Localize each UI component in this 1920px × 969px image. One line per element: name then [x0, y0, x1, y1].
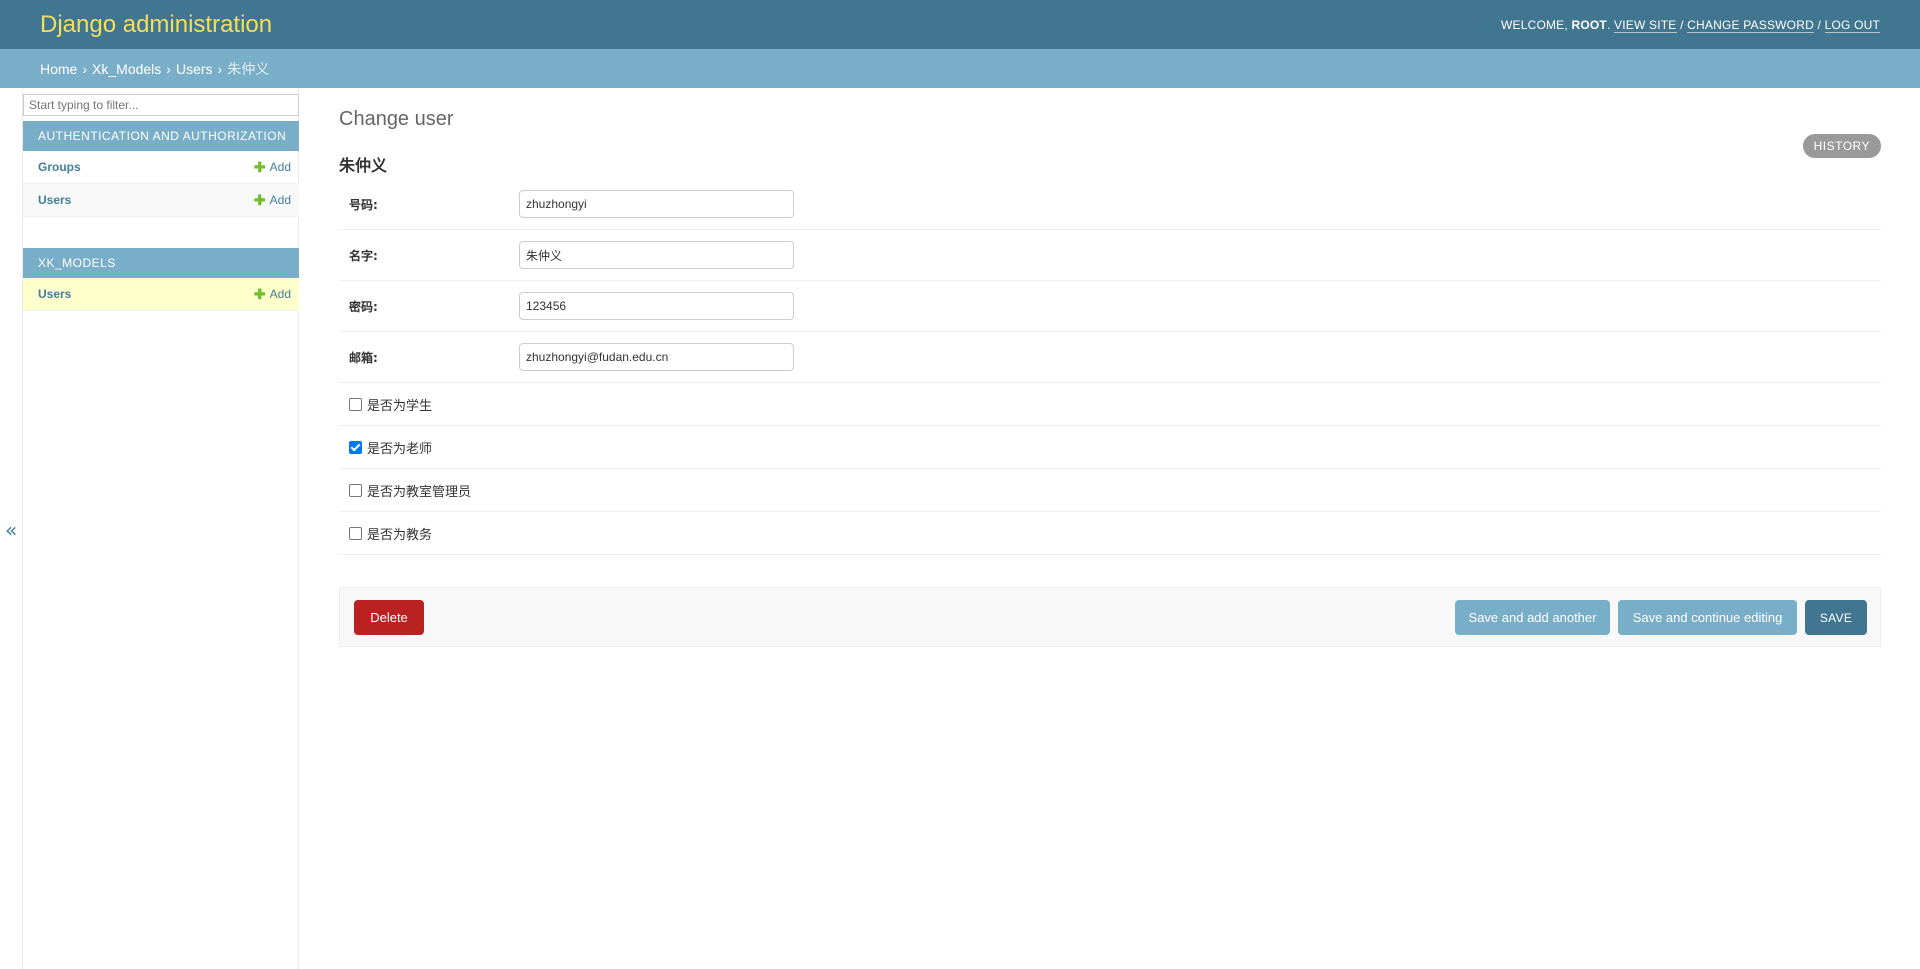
header-bar: Django administration WELCOME, ROOT. VIE…	[0, 0, 1920, 49]
plus-icon: ✚	[253, 192, 266, 208]
nav-sidebar: AUTHENTICATION AND AUTHORIZATION Groups …	[22, 88, 299, 969]
add-label: Add	[269, 287, 291, 301]
site-branding[interactable]: Django administration	[40, 11, 272, 39]
breadcrumb-current: 朱仲义	[227, 60, 270, 77]
is-academic-affairs-checkbox[interactable]	[349, 526, 362, 540]
plus-icon: ✚	[253, 286, 266, 302]
is-academic-affairs-label[interactable]: 是否为教务	[367, 524, 432, 543]
breadcrumb-home[interactable]: Home	[40, 61, 77, 77]
module-xk-models: XK_MODELS Users ✚ Add	[23, 248, 299, 311]
model-link-groups[interactable]: Groups	[38, 160, 81, 174]
welcome-text: WELCOME,	[1500, 17, 1568, 32]
form-row-is-teacher: 是否为老师	[339, 426, 1881, 469]
form-row-email: 邮箱:	[339, 332, 1881, 383]
field-label-number: 号码:	[349, 197, 378, 212]
form-row-is-student: 是否为学生	[339, 383, 1881, 426]
sidebar-item-xk-users[interactable]: Users ✚ Add	[23, 278, 299, 311]
separator: /	[1817, 17, 1822, 32]
view-site-link[interactable]: VIEW SITE	[1614, 17, 1677, 33]
is-teacher-label[interactable]: 是否为老师	[367, 438, 432, 457]
is-student-checkbox[interactable]	[349, 397, 362, 411]
is-teacher-checkbox[interactable]	[349, 440, 362, 454]
log-out-link[interactable]: LOG OUT	[1824, 17, 1880, 33]
email-input[interactable]	[519, 343, 794, 371]
object-title: 朱仲义	[339, 156, 388, 175]
field-label-name: 名字:	[349, 248, 378, 263]
add-xk-users-link[interactable]: ✚ Add	[254, 287, 291, 301]
sidebar-item-auth-users[interactable]: Users ✚ Add	[23, 184, 299, 217]
breadcrumb-separator: ›	[166, 60, 171, 77]
is-student-label[interactable]: 是否为学生	[367, 395, 432, 414]
field-label-password: 密码:	[349, 299, 378, 314]
submit-row: Delete Save and add another Save and con…	[339, 587, 1881, 647]
breadcrumb: Home › Xk_Models › Users › 朱仲义	[0, 49, 1920, 88]
nav-filter-input[interactable]	[23, 94, 299, 116]
sidebar-toggle-icon[interactable]: «	[5, 518, 17, 542]
field-label-email: 邮箱:	[349, 350, 378, 365]
add-label: Add	[269, 193, 291, 207]
sidebar-item-groups[interactable]: Groups ✚ Add	[23, 151, 299, 184]
breadcrumb-model[interactable]: Users	[176, 61, 213, 77]
delete-button[interactable]: Delete	[354, 600, 424, 635]
is-classroom-admin-label[interactable]: 是否为教室管理员	[367, 481, 471, 500]
form-row-is-classroom-admin: 是否为教室管理员	[339, 469, 1881, 512]
number-input[interactable]	[519, 190, 794, 218]
name-input[interactable]	[519, 241, 794, 269]
add-groups-link[interactable]: ✚ Add	[254, 160, 291, 174]
change-form: 号码: 名字: 密码: 邮箱: 是否为学生 是否为老师 是否为教室管理员	[339, 179, 1881, 555]
form-row-password: 密码:	[339, 281, 1881, 332]
password-input[interactable]	[519, 292, 794, 320]
model-link-auth-users[interactable]: Users	[38, 193, 71, 207]
save-button[interactable]: SAVE	[1805, 600, 1867, 635]
module-caption-xk-models[interactable]: XK_MODELS	[23, 248, 299, 278]
save-and-continue-button[interactable]: Save and continue editing	[1618, 600, 1797, 635]
add-label: Add	[269, 160, 291, 174]
breadcrumb-separator: ›	[217, 60, 223, 77]
module-auth: AUTHENTICATION AND AUTHORIZATION Groups …	[23, 121, 299, 217]
breadcrumb-app[interactable]: Xk_Models	[92, 61, 161, 77]
form-row-is-academic-affairs: 是否为教务	[339, 512, 1881, 555]
user-tools: WELCOME, ROOT. VIEW SITE / CHANGE PASSWO…	[1500, 17, 1880, 33]
module-caption-auth[interactable]: AUTHENTICATION AND AUTHORIZATION	[23, 121, 299, 151]
history-button[interactable]: HISTORY	[1802, 134, 1881, 158]
form-row-name: 名字:	[339, 230, 1881, 281]
change-password-link[interactable]: CHANGE PASSWORD	[1687, 17, 1814, 33]
page-title: Change user	[339, 108, 454, 130]
username: ROOT	[1571, 17, 1607, 32]
add-auth-users-link[interactable]: ✚ Add	[254, 193, 291, 207]
form-row-number: 号码:	[339, 179, 1881, 230]
is-classroom-admin-checkbox[interactable]	[349, 483, 362, 497]
plus-icon: ✚	[253, 159, 266, 175]
separator: /	[1680, 17, 1684, 32]
breadcrumb-separator: ›	[82, 60, 88, 77]
model-link-xk-users[interactable]: Users	[38, 287, 71, 301]
save-and-add-another-button[interactable]: Save and add another	[1455, 600, 1610, 635]
